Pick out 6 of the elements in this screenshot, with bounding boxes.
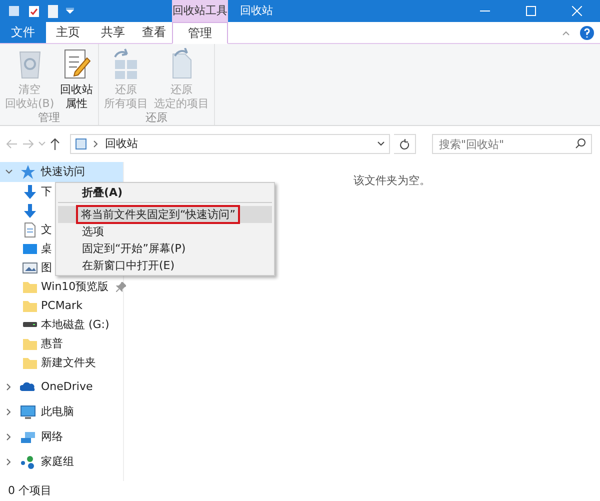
group-label: 还原	[144, 111, 169, 125]
group-label: 管理	[37, 111, 62, 125]
empty-folder-message: 该文件夹为空。	[354, 174, 430, 188]
item-count: 0 个项目	[8, 484, 52, 498]
context-tab-title: 回收站工具	[172, 0, 228, 22]
window-title: 回收站	[239, 3, 274, 20]
